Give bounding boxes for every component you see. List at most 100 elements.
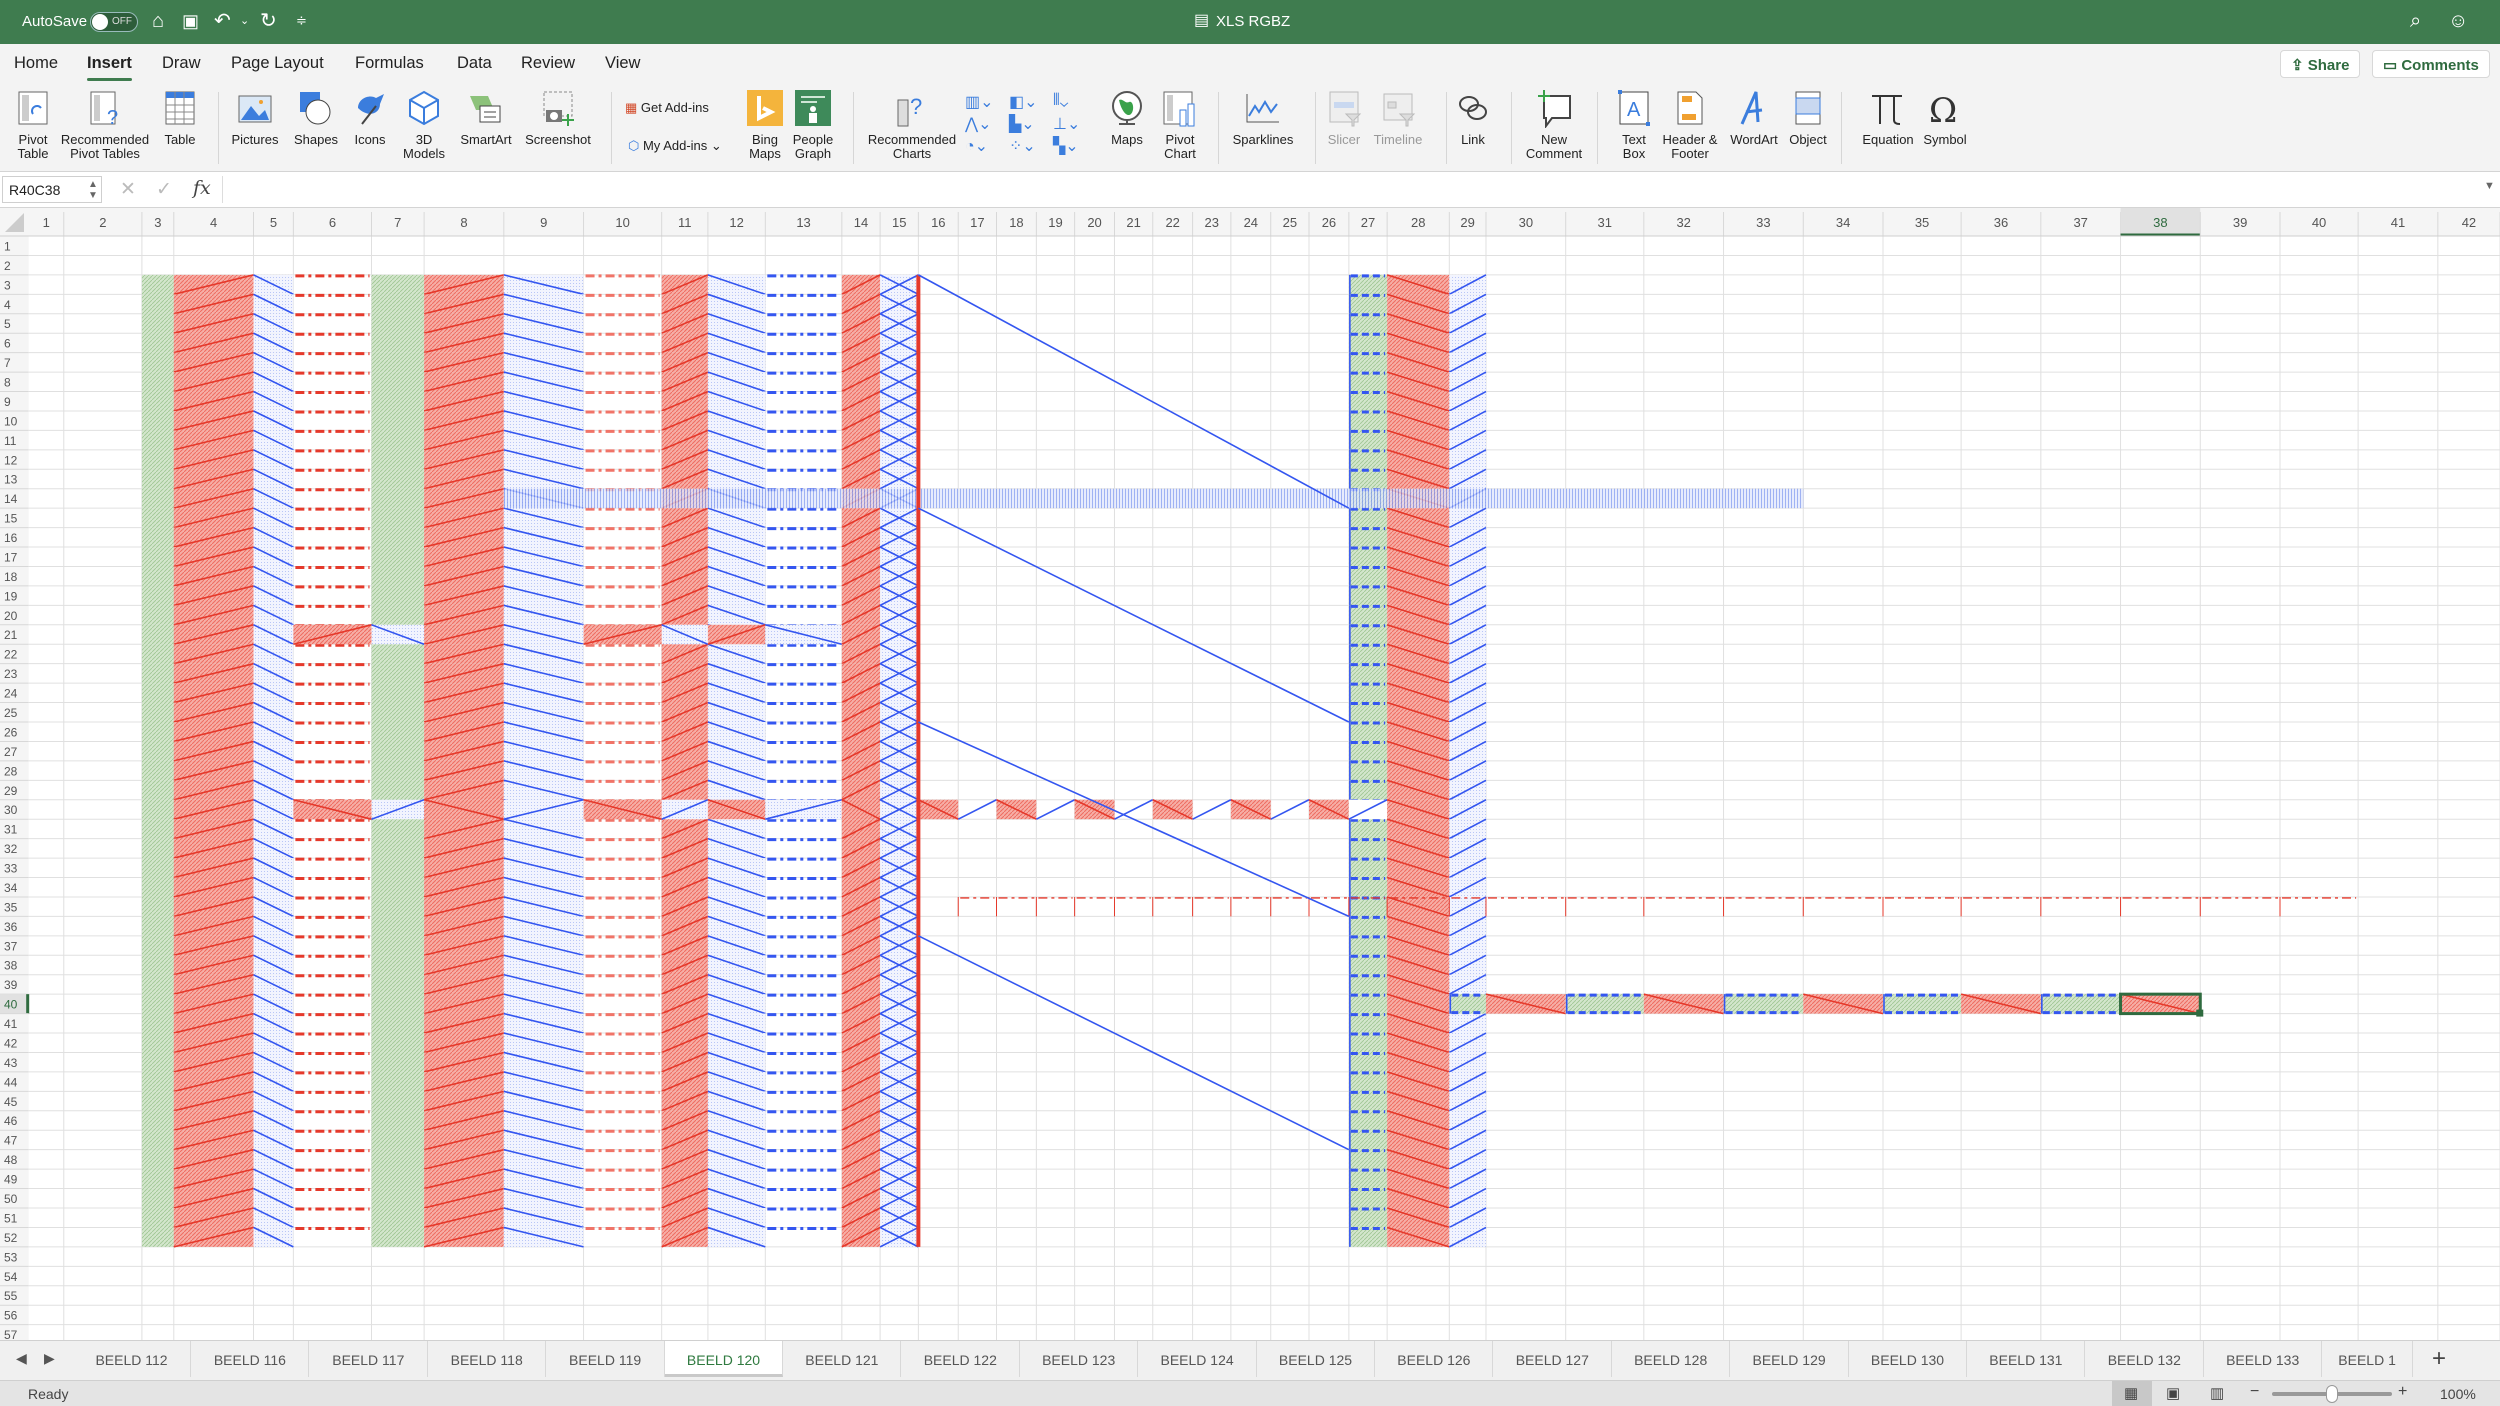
sheet-tab[interactable]: BEELD 122: [902, 1341, 1020, 1377]
row-header[interactable]: 28: [4, 764, 18, 778]
scroll-tabs-left-icon[interactable]: ◀: [16, 1350, 27, 1367]
row-header[interactable]: 45: [4, 1095, 18, 1109]
column-header[interactable]: 2: [99, 215, 106, 230]
column-header[interactable]: 37: [2073, 215, 2087, 230]
column-header[interactable]: 27: [1361, 215, 1375, 230]
worksheet-grid[interactable]: 1 2 3 4 5 6 7 8 9 10 11 12 13 14 15 16 17 18 19 20 21 22 23 24 2…: [0, 208, 2500, 1340]
sheet-tab[interactable]: BEELD 121: [783, 1341, 902, 1377]
column-header[interactable]: 36: [1994, 215, 2008, 230]
column-header[interactable]: 8: [460, 215, 467, 230]
row-header[interactable]: 32: [4, 842, 18, 856]
comments-button[interactable]: ▭ Comments: [2372, 50, 2490, 78]
row-header[interactable]: 44: [4, 1075, 18, 1089]
cancel-icon[interactable]: ✕: [120, 178, 136, 201]
row-header[interactable]: 47: [4, 1134, 18, 1148]
column-header[interactable]: 5: [270, 215, 277, 230]
zoom-out-icon[interactable]: −: [2250, 1383, 2259, 1401]
search-icon[interactable]: ⌕: [2410, 9, 2421, 33]
scatter-chart-icon[interactable]: ⁘⌄: [1009, 136, 1036, 156]
ribbon-button-recommended-charts[interactable]: ? Recommended Charts: [857, 88, 967, 161]
surface-chart-icon[interactable]: ▚⌄: [1053, 136, 1079, 156]
zoom-slider[interactable]: [2272, 1385, 2392, 1403]
waterfall-chart-icon[interactable]: ⫴⌄: [1053, 92, 1068, 110]
sheet-tab[interactable]: BEELD 112: [73, 1341, 191, 1377]
sheet-tab[interactable]: BEELD 128: [1612, 1341, 1731, 1377]
column-header[interactable]: 4: [210, 215, 217, 230]
row-header[interactable]: 39: [4, 978, 18, 992]
tab-insert[interactable]: Insert: [87, 54, 132, 81]
line-chart-icon[interactable]: ⋀⌄: [965, 114, 992, 134]
tab-formulas[interactable]: Formulas: [355, 54, 424, 73]
row-header[interactable]: 30: [4, 803, 18, 817]
save-icon[interactable]: ▣: [182, 9, 199, 33]
sheet-tab[interactable]: BEELD 124: [1139, 1341, 1257, 1377]
my-addins-button[interactable]: ⬡ My Add-ins ⌄: [628, 138, 722, 154]
tab-review[interactable]: Review: [521, 54, 575, 73]
row-header[interactable]: 34: [4, 881, 18, 895]
column-header[interactable]: 25: [1283, 215, 1297, 230]
column-header[interactable]: 41: [2391, 215, 2405, 230]
tab-page-layout[interactable]: Page Layout: [231, 54, 324, 73]
row-header[interactable]: 11: [4, 434, 17, 448]
sheet-tab[interactable]: BEELD 123: [1020, 1341, 1139, 1377]
row-header[interactable]: 19: [4, 589, 18, 603]
sheet-tab[interactable]: BEELD 127: [1494, 1341, 1612, 1377]
ribbon-button-screenshot[interactable]: Screenshot: [503, 88, 613, 147]
expand-formula-bar-icon[interactable]: ▼: [2484, 180, 2495, 192]
row-header[interactable]: 48: [4, 1153, 18, 1167]
column-header[interactable]: 15: [892, 215, 906, 230]
statistic-chart-icon[interactable]: ▙⌄: [1009, 114, 1035, 134]
column-header[interactable]: 11: [678, 215, 692, 230]
column-header[interactable]: 21: [1126, 215, 1140, 230]
row-header[interactable]: 56: [4, 1309, 18, 1323]
sheet-tab[interactable]: BEELD 132: [2086, 1341, 2204, 1377]
row-header[interactable]: 54: [4, 1270, 18, 1284]
row-header[interactable]: 5: [4, 317, 11, 331]
row-header[interactable]: 4: [4, 298, 11, 312]
row-header[interactable]: 55: [4, 1289, 18, 1303]
home-icon[interactable]: ⌂: [152, 9, 164, 33]
get-addins-button[interactable]: ▦ Get Add-ins: [625, 100, 709, 116]
row-header[interactable]: 17: [4, 550, 18, 564]
column-header[interactable]: 7: [394, 215, 401, 230]
row-header[interactable]: 36: [4, 920, 18, 934]
row-header[interactable]: 1: [4, 239, 11, 253]
column-header[interactable]: 1: [43, 215, 50, 230]
sheet-tab[interactable]: BEELD 130: [1849, 1341, 1967, 1377]
row-header[interactable]: 31: [4, 823, 18, 837]
row-header[interactable]: 10: [4, 414, 18, 428]
zoom-slider-knob[interactable]: [2326, 1385, 2338, 1403]
page-layout-view-icon[interactable]: ▣: [2166, 1384, 2180, 1402]
share-button[interactable]: ⇪ Share: [2280, 50, 2361, 78]
row-header[interactable]: 20: [4, 609, 18, 623]
column-header[interactable]: 3: [154, 215, 161, 230]
row-header[interactable]: 27: [4, 745, 18, 759]
column-header[interactable]: 22: [1165, 215, 1179, 230]
row-header[interactable]: 41: [4, 1017, 18, 1031]
column-header[interactable]: 16: [931, 215, 945, 230]
combo-chart-icon[interactable]: ⊥⌄: [1053, 114, 1080, 134]
autosave-toggle[interactable]: OFF: [90, 12, 138, 32]
row-header[interactable]: 13: [4, 473, 18, 487]
column-header[interactable]: 28: [1411, 215, 1425, 230]
add-sheet-button[interactable]: +: [2432, 1345, 2446, 1373]
column-header[interactable]: 38: [2153, 215, 2167, 230]
column-header[interactable]: 6: [329, 215, 336, 230]
row-header[interactable]: 57: [4, 1328, 18, 1340]
sheet-tab[interactable]: BEELD 131: [1967, 1341, 2086, 1377]
row-header[interactable]: 51: [4, 1211, 18, 1225]
ribbon-button-people-graph[interactable]: People Graph: [758, 88, 868, 161]
row-header[interactable]: 7: [4, 356, 11, 370]
tab-home[interactable]: Home: [14, 54, 58, 73]
column-header[interactable]: 32: [1676, 215, 1690, 230]
sheet-tab[interactable]: BEELD 116: [191, 1341, 310, 1377]
name-box-stepper-icon[interactable]: ▲ ▼: [88, 179, 98, 201]
row-header[interactable]: 52: [4, 1231, 18, 1245]
zoom-in-icon[interactable]: +: [2398, 1383, 2407, 1401]
row-header[interactable]: 49: [4, 1173, 18, 1187]
column-header[interactable]: 19: [1048, 215, 1062, 230]
column-header[interactable]: 33: [1756, 215, 1770, 230]
row-header[interactable]: 14: [4, 492, 18, 506]
column-header[interactable]: 39: [2233, 215, 2247, 230]
sheet-tab[interactable]: BEELD 1: [2323, 1341, 2413, 1377]
